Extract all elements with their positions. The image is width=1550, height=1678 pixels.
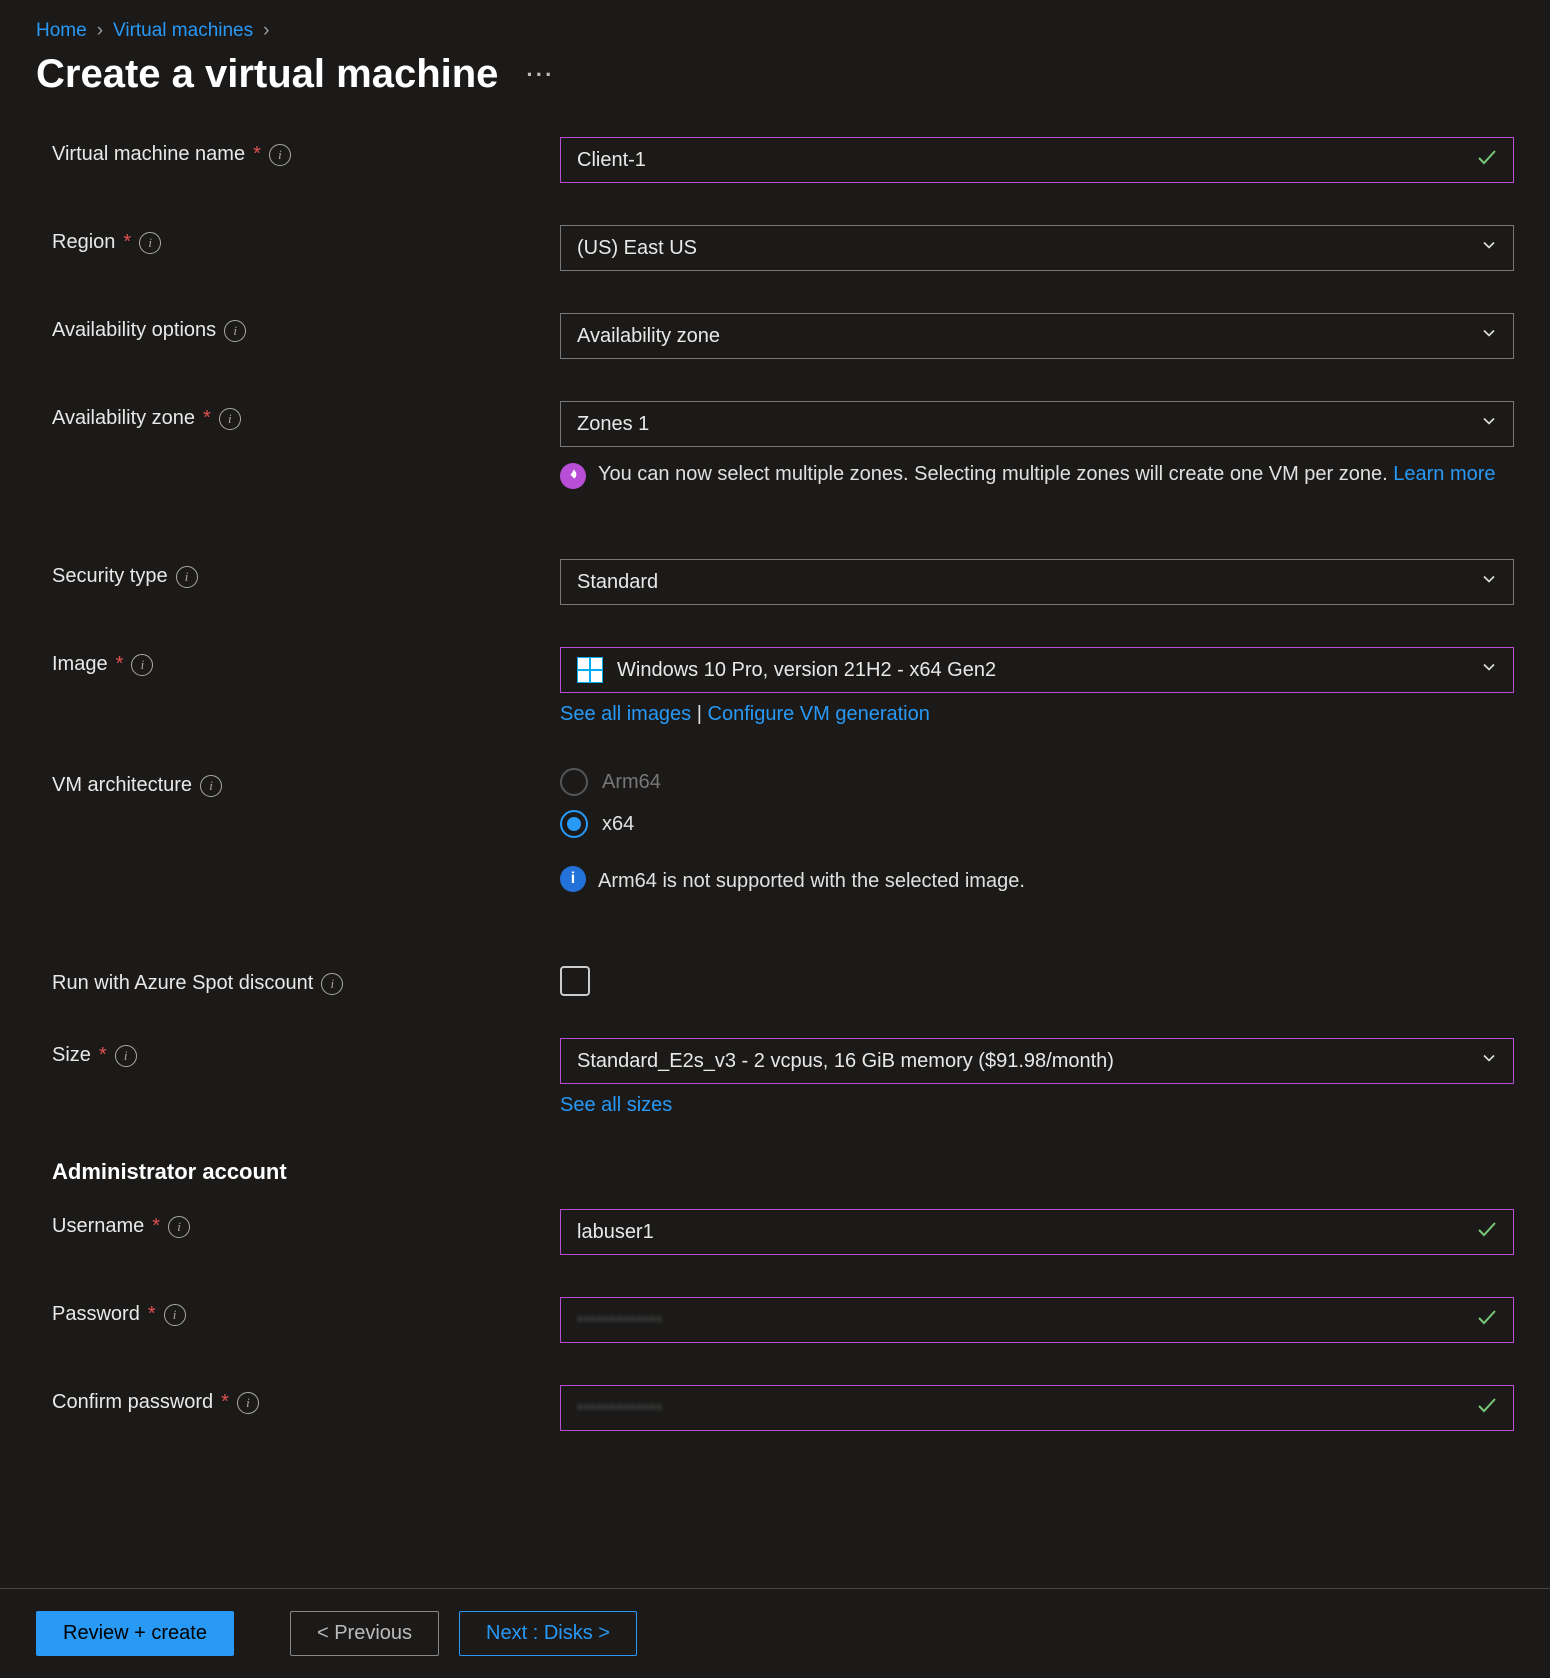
availability-zone-select[interactable]: Zones 1: [560, 401, 1514, 447]
checkmark-icon: [1475, 1217, 1499, 1247]
learn-more-link[interactable]: Learn more: [1393, 463, 1495, 485]
vm-name-label: Virtual machine name: [52, 143, 245, 166]
required-asterisk: *: [253, 143, 261, 166]
image-label: Image: [52, 653, 108, 676]
confirm-password-label: Confirm password: [52, 1391, 213, 1414]
spot-discount-label: Run with Azure Spot discount: [52, 972, 313, 995]
password-input[interactable]: •••••••••••••: [560, 1297, 1514, 1343]
chevron-right-icon: ›: [97, 20, 103, 42]
see-all-images-link[interactable]: See all images: [560, 703, 691, 725]
configure-vm-generation-link[interactable]: Configure VM generation: [708, 703, 930, 725]
page-title: Create a virtual machine ···: [0, 42, 1550, 127]
chevron-down-icon: [1479, 657, 1499, 683]
info-icon[interactable]: i: [224, 320, 246, 342]
vm-name-input[interactable]: Client-1: [560, 137, 1514, 183]
security-type-select[interactable]: Standard: [560, 559, 1514, 605]
arch-hint: i Arm64 is not supported with the select…: [560, 866, 1514, 896]
arch-x64-radio[interactable]: x64: [560, 810, 1514, 838]
info-icon[interactable]: i: [164, 1304, 186, 1326]
zone-hint: You can now select multiple zones. Selec…: [560, 459, 1514, 489]
radio-icon: [560, 810, 588, 838]
admin-account-heading: Administrator account: [52, 1159, 1514, 1185]
chevron-down-icon: [1479, 235, 1499, 261]
info-icon[interactable]: i: [237, 1392, 259, 1414]
checkmark-icon: [1475, 1393, 1499, 1423]
checkmark-icon: [1475, 145, 1499, 175]
more-actions-icon[interactable]: ···: [526, 62, 554, 88]
availability-zone-label: Availability zone: [52, 407, 195, 430]
confirm-password-input[interactable]: •••••••••••••: [560, 1385, 1514, 1431]
wizard-footer: Review + create < Previous Next : Disks …: [0, 1588, 1550, 1678]
chevron-down-icon: [1479, 1048, 1499, 1074]
breadcrumb: Home › Virtual machines ›: [0, 0, 1550, 42]
breadcrumb-home[interactable]: Home: [36, 20, 87, 42]
next-disks-button[interactable]: Next : Disks >: [459, 1611, 637, 1656]
info-icon[interactable]: i: [139, 232, 161, 254]
password-label: Password: [52, 1303, 140, 1326]
size-select[interactable]: Standard_E2s_v3 - 2 vcpus, 16 GiB memory…: [560, 1038, 1514, 1084]
chevron-right-icon: ›: [263, 20, 269, 42]
info-icon[interactable]: i: [131, 654, 153, 676]
chevron-down-icon: [1479, 569, 1499, 595]
image-select[interactable]: Windows 10 Pro, version 21H2 - x64 Gen2: [560, 647, 1514, 693]
separator: |: [697, 703, 708, 725]
required-asterisk: *: [116, 653, 124, 676]
required-asterisk: *: [123, 231, 131, 254]
chevron-down-icon: [1479, 323, 1499, 349]
review-create-button[interactable]: Review + create: [36, 1611, 234, 1656]
availability-options-select[interactable]: Availability zone: [560, 313, 1514, 359]
required-asterisk: *: [203, 407, 211, 430]
info-icon[interactable]: i: [321, 973, 343, 995]
breadcrumb-virtual-machines[interactable]: Virtual machines: [113, 20, 253, 42]
radio-icon: [560, 768, 588, 796]
security-type-label: Security type: [52, 565, 168, 588]
size-label: Size: [52, 1044, 91, 1067]
vm-architecture-label: VM architecture: [52, 774, 192, 797]
info-icon[interactable]: i: [269, 144, 291, 166]
windows-icon: [577, 657, 603, 683]
info-icon[interactable]: i: [168, 1216, 190, 1238]
region-select[interactable]: (US) East US: [560, 225, 1514, 271]
info-icon[interactable]: i: [219, 408, 241, 430]
info-icon[interactable]: i: [115, 1045, 137, 1067]
checkmark-icon: [1475, 1305, 1499, 1335]
availability-options-label: Availability options: [52, 319, 216, 342]
chevron-down-icon: [1479, 411, 1499, 437]
info-icon[interactable]: i: [176, 566, 198, 588]
arch-arm64-radio: Arm64: [560, 768, 1514, 796]
required-asterisk: *: [152, 1215, 160, 1238]
rocket-icon: [560, 463, 586, 489]
username-label: Username: [52, 1215, 144, 1238]
required-asterisk: *: [99, 1044, 107, 1067]
spot-discount-checkbox[interactable]: [560, 966, 590, 996]
see-all-sizes-link[interactable]: See all sizes: [560, 1094, 672, 1116]
info-badge-icon: i: [560, 866, 586, 892]
info-icon[interactable]: i: [200, 775, 222, 797]
previous-button[interactable]: < Previous: [290, 1611, 439, 1656]
required-asterisk: *: [221, 1391, 229, 1414]
required-asterisk: *: [148, 1303, 156, 1326]
region-label: Region: [52, 231, 115, 254]
username-input[interactable]: labuser1: [560, 1209, 1514, 1255]
